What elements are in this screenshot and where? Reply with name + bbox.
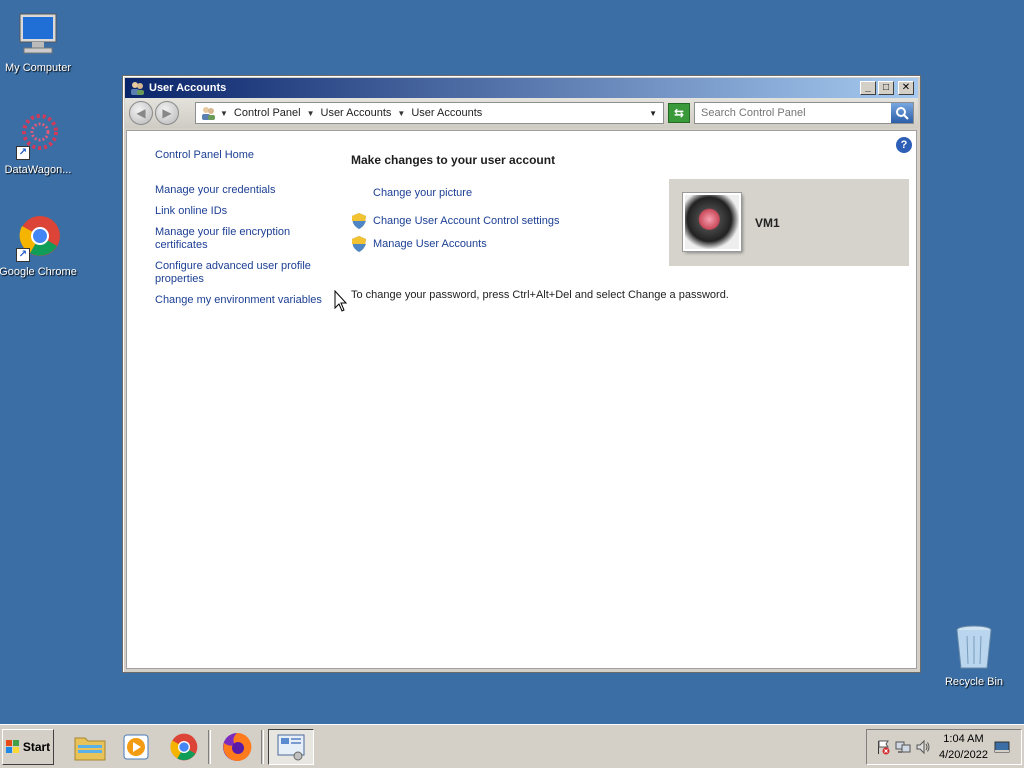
chrome-icon [170, 733, 198, 760]
address-dropdown-icon[interactable]: ▼ [649, 109, 657, 118]
taskbar-explorer[interactable] [70, 729, 110, 765]
volume-icon[interactable] [915, 739, 931, 755]
mouse-cursor-icon [334, 290, 348, 312]
desktop-icon-label: Recycle Bin [944, 676, 1004, 688]
nav-advanced-user-profile[interactable]: Configure advanced user profile properti… [155, 260, 330, 286]
task-link[interactable]: Change User Account Control settings [373, 215, 560, 227]
forward-button[interactable]: ▶ [155, 101, 179, 125]
search-button[interactable] [891, 103, 913, 123]
computer-icon [14, 10, 62, 58]
nav-manage-encryption-certificates[interactable]: Manage your file encryption certificates [155, 226, 330, 252]
nav-environment-variables[interactable]: Change my environment variables [155, 294, 330, 307]
search-box [694, 102, 914, 124]
nav-link-online-ids[interactable]: Link online IDs [155, 205, 330, 218]
refresh-button[interactable]: ⇆ [668, 103, 690, 123]
task-change-picture[interactable]: Change your picture [373, 187, 472, 199]
maximize-button[interactable]: □ [878, 81, 894, 95]
search-input[interactable] [695, 103, 891, 123]
page-heading: Make changes to your user account [351, 153, 556, 167]
taskbar-media-player[interactable] [116, 729, 156, 765]
firefox-icon [223, 732, 252, 761]
control-panel-icon [277, 734, 305, 760]
back-arrow-icon: ◀ [136, 106, 146, 120]
task-link[interactable]: Change your picture [373, 187, 472, 199]
desktop-icon-google-chrome[interactable]: ↗ Google Chrome [0, 214, 78, 278]
content-area: ? Control Panel Home Manage your credent… [126, 130, 917, 669]
desktop-icon-datawagon[interactable]: ↗ DataWagon... [0, 112, 78, 176]
navigation-bar: ◀ ▶ ▼ Control Panel ▼ User Accounts ▼ Us… [125, 98, 918, 128]
breadcrumb-control-panel[interactable]: Control Panel [234, 107, 301, 119]
task-manage-user-accounts[interactable]: Manage User Accounts [352, 236, 487, 252]
refresh-icon: ⇆ [673, 106, 685, 120]
desktop-icon-my-computer[interactable]: My Computer [0, 10, 78, 74]
taskbar-chrome[interactable] [164, 729, 204, 765]
recycle-bin-icon [950, 624, 998, 672]
clock-date: 4/20/2022 [939, 749, 988, 761]
password-change-note: To change your password, press Ctrl+Alt+… [351, 289, 729, 301]
user-picture[interactable] [683, 193, 741, 251]
address-bar[interactable]: ▼ Control Panel ▼ User Accounts ▼ User A… [195, 102, 664, 124]
task-link[interactable]: Manage User Accounts [373, 238, 487, 250]
chrome-icon: ↗ [14, 214, 62, 262]
window-title: User Accounts [149, 82, 227, 94]
uac-shield-icon [352, 213, 366, 229]
user-accounts-window: User Accounts _ □ ✕ ◀ ▶ ▼ Control Panel … [122, 75, 921, 673]
show-desktop-icon[interactable] [994, 739, 1010, 755]
desktop-icon-recycle-bin[interactable]: Recycle Bin [934, 624, 1014, 688]
start-label: Start [22, 739, 51, 754]
window-titlebar[interactable]: User Accounts _ □ ✕ [125, 78, 918, 98]
windows-flag-icon [5, 739, 19, 753]
uac-shield-icon [352, 236, 366, 252]
taskbar-separator [261, 729, 264, 764]
forward-arrow-icon: ▶ [162, 106, 172, 120]
nav-control-panel-home[interactable]: Control Panel Home [155, 149, 330, 162]
search-icon [896, 107, 909, 120]
datawagon-icon: ↗ [14, 112, 62, 160]
folder-icon [74, 737, 106, 760]
breadcrumb-user-accounts-current[interactable]: User Accounts [411, 107, 482, 119]
breadcrumb-arrow-icon[interactable]: ▼ [220, 109, 228, 118]
taskbar: Start 1:04 AM 4/20/2022 [0, 724, 1024, 768]
minimize-button[interactable]: _ [860, 81, 876, 95]
taskbar-separator [208, 729, 211, 764]
desktop-icon-label: DataWagon... [4, 164, 72, 176]
taskbar-firefox[interactable] [217, 729, 257, 765]
shortcut-arrow-icon: ↗ [16, 248, 30, 262]
breadcrumb-arrow-icon[interactable]: ▼ [307, 109, 315, 118]
back-button[interactable]: ◀ [129, 101, 153, 125]
control-panel-icon [200, 105, 216, 121]
nav-manage-credentials[interactable]: Manage your credentials [155, 184, 330, 197]
shortcut-arrow-icon: ↗ [16, 146, 30, 160]
left-navigation: Control Panel Home Manage your credentia… [155, 149, 330, 307]
action-center-flag-icon[interactable] [875, 739, 891, 755]
clock[interactable]: 1:04 AM 4/20/2022 [939, 731, 988, 763]
desktop-icon-label: My Computer [4, 62, 72, 74]
media-player-icon [123, 734, 149, 759]
taskbar-user-accounts[interactable] [268, 728, 314, 765]
close-button[interactable]: ✕ [898, 81, 914, 95]
breadcrumb-arrow-icon[interactable]: ▼ [397, 109, 405, 118]
user-accounts-icon [129, 80, 145, 96]
clock-time: 1:04 AM [943, 733, 984, 745]
system-tray: 1:04 AM 4/20/2022 [866, 729, 1022, 765]
network-icon[interactable] [895, 739, 911, 755]
task-change-uac-settings[interactable]: Change User Account Control settings [352, 213, 560, 229]
user-name: VM1 [755, 216, 780, 230]
breadcrumb-user-accounts[interactable]: User Accounts [321, 107, 392, 119]
desktop-icon-label: Google Chrome [0, 266, 77, 278]
start-button[interactable]: Start [2, 728, 54, 765]
user-account-tile: VM1 [669, 179, 909, 266]
